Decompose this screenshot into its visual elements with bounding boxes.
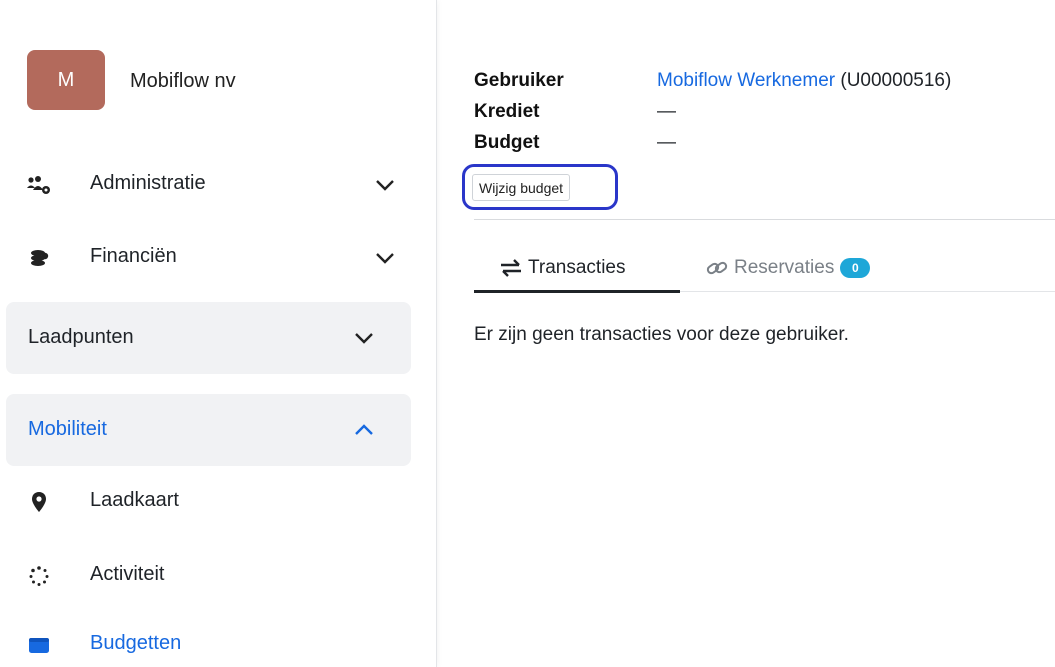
- chevron-down-icon[interactable]: [352, 326, 376, 350]
- budget-value: —: [657, 132, 676, 153]
- org-name[interactable]: Mobiflow nv: [130, 70, 236, 93]
- budget-label: Budget: [474, 132, 540, 153]
- credit-value: —: [657, 101, 676, 122]
- sidebar: M Mobiflow nv Administratie Financiën La…: [0, 0, 437, 667]
- link-icon: [706, 259, 728, 277]
- tab-reservaties[interactable]: Reservaties 0: [706, 244, 871, 292]
- users-cog-icon: [27, 173, 51, 197]
- active-tab-indicator: [474, 290, 680, 293]
- sidebar-item-laadpunten[interactable]: Laadpunten: [6, 302, 411, 374]
- empty-state-message: Er zijn geen transacties voor deze gebru…: [474, 324, 849, 345]
- tab-label: Transacties: [528, 257, 626, 278]
- chevron-down-icon[interactable]: [373, 246, 397, 270]
- sidebar-item-financien[interactable]: Financiën: [0, 244, 411, 272]
- spinner-icon: [27, 564, 51, 588]
- sidebar-item-label: Laadpunten: [28, 326, 134, 348]
- tab-label: Reservaties: [734, 257, 835, 278]
- chevron-down-icon[interactable]: [373, 173, 397, 197]
- sidebar-item-mobiliteit[interactable]: Mobiliteit: [6, 394, 411, 466]
- tab-transacties[interactable]: Transacties: [500, 244, 626, 292]
- sidebar-item-label: Budgetten: [90, 632, 182, 654]
- user-label: Gebruiker: [474, 70, 564, 91]
- main-content: Gebruiker Mobiflow Werknemer (U00000516)…: [438, 0, 1055, 667]
- sidebar-item-label: Financiën: [90, 245, 177, 267]
- divider: [474, 219, 1055, 220]
- arrows-exchange-icon: [500, 259, 522, 277]
- org-avatar[interactable]: M: [27, 50, 105, 110]
- app-root: M Mobiflow nv Administratie Financiën La…: [0, 0, 1055, 667]
- sidebar-item-budgetten[interactable]: Budgetten: [0, 631, 411, 659]
- tab-bar: Transacties Reservaties 0: [474, 244, 1055, 293]
- edit-budget-button[interactable]: Wijzig budget: [472, 174, 571, 201]
- sidebar-item-label: Laadkaart: [90, 489, 179, 511]
- coins-icon: [27, 246, 51, 270]
- sidebar-item-laadkaart[interactable]: Laadkaart: [0, 488, 411, 516]
- org-switcher[interactable]: M Mobiflow nv: [27, 50, 236, 110]
- sidebar-item-label: Activiteit: [90, 563, 165, 585]
- credit-label: Krediet: [474, 101, 540, 122]
- sidebar-item-label: Mobiliteit: [28, 418, 107, 440]
- reservations-count-badge: 0: [840, 258, 871, 278]
- sidebar-item-administratie[interactable]: Administratie: [0, 171, 411, 199]
- sidebar-item-activiteit[interactable]: Activiteit: [0, 562, 411, 590]
- user-id: (U00000516): [840, 70, 952, 91]
- user-link[interactable]: Mobiflow Werknemer: [657, 70, 835, 91]
- wallet-icon: [27, 633, 51, 657]
- user-value: Mobiflow Werknemer (U00000516): [657, 70, 951, 92]
- chevron-up-icon[interactable]: [352, 418, 376, 442]
- sidebar-item-label: Administratie: [90, 172, 206, 194]
- map-pin-icon: [27, 490, 51, 514]
